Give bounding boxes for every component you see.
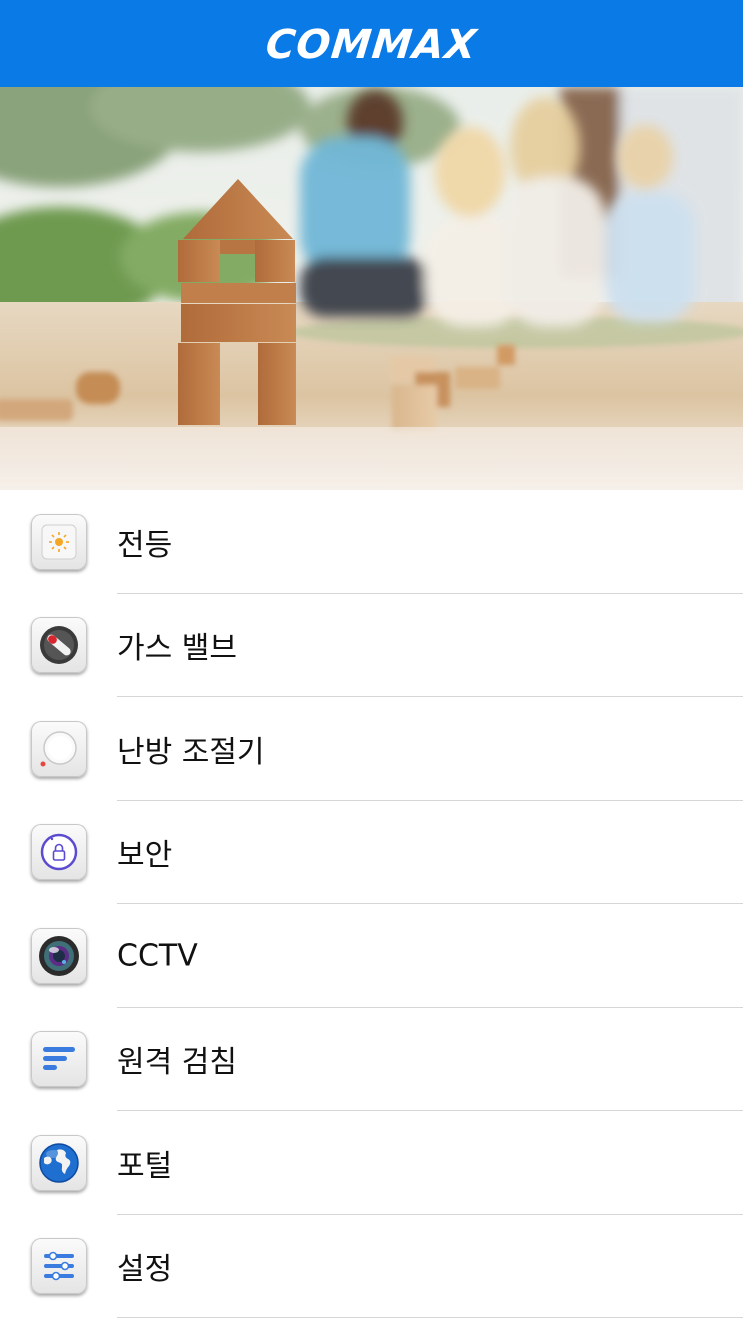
- app-header: COMMAX: [0, 0, 743, 87]
- menu-item-gas-valve[interactable]: 가스 밸브: [0, 594, 743, 697]
- menu-item-portal[interactable]: 포털: [0, 1111, 743, 1215]
- menu-label: 포털: [117, 1148, 173, 1184]
- menu-label: 설정: [117, 1252, 173, 1288]
- menu-item-remote-meter[interactable]: 원격 검침: [0, 1008, 743, 1111]
- commax-logo: COMMAX: [263, 21, 480, 68]
- hero-image: [0, 87, 743, 490]
- menu-label: 난방 조절기: [117, 734, 265, 770]
- settings-sliders-icon: [31, 1238, 87, 1295]
- menu-list: 전등 가스 밸브 난방 조절기 보안 CCTV 원격 검침 포털 설정: [0, 490, 743, 1318]
- menu-label: 보안: [117, 838, 173, 874]
- light-icon: [31, 513, 87, 570]
- menu-label: CCTV: [117, 938, 198, 974]
- security-lock-icon: [31, 824, 87, 881]
- menu-label: 원격 검침: [117, 1045, 237, 1081]
- globe-icon: [31, 1134, 87, 1191]
- app-root: COMMAX 전등 가스 밸브 난방 조절기 보안 CCTV 원격 검침 포털 …: [0, 0, 743, 1339]
- camera-icon: [31, 927, 87, 984]
- remote-meter-icon: [31, 1031, 87, 1088]
- menu-item-thermostat[interactable]: 난방 조절기: [0, 697, 743, 801]
- thermostat-icon: [31, 720, 87, 777]
- menu-label: 전등: [117, 527, 173, 563]
- divider: [117, 1317, 743, 1318]
- menu-item-security[interactable]: 보안: [0, 801, 743, 904]
- gas-valve-icon: [31, 617, 87, 674]
- menu-item-cctv[interactable]: CCTV: [0, 904, 743, 1008]
- menu-item-settings[interactable]: 설정: [0, 1215, 743, 1318]
- menu-item-light[interactable]: 전등: [0, 490, 743, 594]
- menu-label: 가스 밸브: [117, 631, 237, 667]
